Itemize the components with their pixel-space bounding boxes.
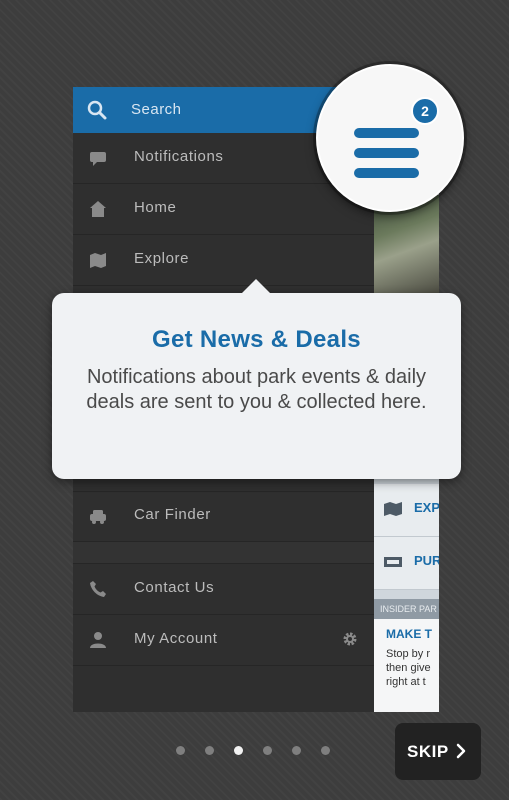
drawer-item-my-account[interactable]: My Account xyxy=(73,615,374,666)
drawer-divider xyxy=(73,542,374,564)
drawer-item-label: Home xyxy=(134,199,177,216)
skip-button[interactable]: SKIP xyxy=(395,723,481,780)
page-dot-active[interactable] xyxy=(234,746,243,755)
drawer-item-label: Notifications xyxy=(134,148,224,165)
phone-icon xyxy=(90,581,106,597)
chat-bubble-icon xyxy=(90,152,106,166)
notification-count-badge: 2 xyxy=(411,97,439,125)
article-headline: MAKE T xyxy=(386,627,432,641)
card-label: EXP xyxy=(414,500,439,515)
onboarding-tooltip: Get News & Deals Notifications about par… xyxy=(52,279,461,479)
tooltip-body: Notifications about park events & daily … xyxy=(86,366,427,413)
article-body: Stop by r then give right at t xyxy=(386,648,431,688)
drawer-item-explore[interactable]: Explore xyxy=(73,235,374,286)
menu-button-highlight[interactable]: 2 xyxy=(316,64,464,212)
content-card-explore[interactable]: EXP xyxy=(374,484,439,537)
page-indicator xyxy=(171,746,341,756)
page-dot[interactable] xyxy=(263,746,272,755)
map-icon xyxy=(90,253,106,268)
ticket-icon xyxy=(384,557,402,567)
home-icon xyxy=(90,201,106,217)
tooltip-arrow xyxy=(242,279,270,293)
hamburger-menu-icon xyxy=(354,128,419,178)
chevron-right-icon xyxy=(456,743,466,759)
article-card[interactable]: MAKE T Stop by r then give right at t xyxy=(374,619,439,712)
page-dot[interactable] xyxy=(292,746,301,755)
gear-icon[interactable] xyxy=(342,631,358,647)
drawer-item-label: Explore xyxy=(134,250,190,267)
card-label: PUR xyxy=(414,553,439,568)
tooltip-title: Get News & Deals xyxy=(152,326,361,353)
page-dot[interactable] xyxy=(205,746,214,755)
map-icon xyxy=(384,502,402,516)
car-icon xyxy=(90,510,106,524)
person-icon xyxy=(90,632,106,648)
skip-label: SKIP xyxy=(407,742,449,761)
search-icon xyxy=(87,100,107,120)
drawer-item-car-finder[interactable]: Car Finder xyxy=(73,491,374,542)
section-header: INSIDER PAR xyxy=(374,599,439,619)
page-dot[interactable] xyxy=(321,746,330,755)
page-dot[interactable] xyxy=(176,746,185,755)
drawer-search-label: Search xyxy=(131,101,182,118)
drawer-item-label: Contact Us xyxy=(134,579,215,596)
drawer-item-label: Car Finder xyxy=(134,506,211,523)
drawer-item-home[interactable]: Home xyxy=(73,184,374,235)
content-card-purchase[interactable]: PUR xyxy=(374,537,439,590)
drawer-item-contact-us[interactable]: Contact Us xyxy=(73,564,374,615)
drawer-item-label: My Account xyxy=(134,630,218,647)
